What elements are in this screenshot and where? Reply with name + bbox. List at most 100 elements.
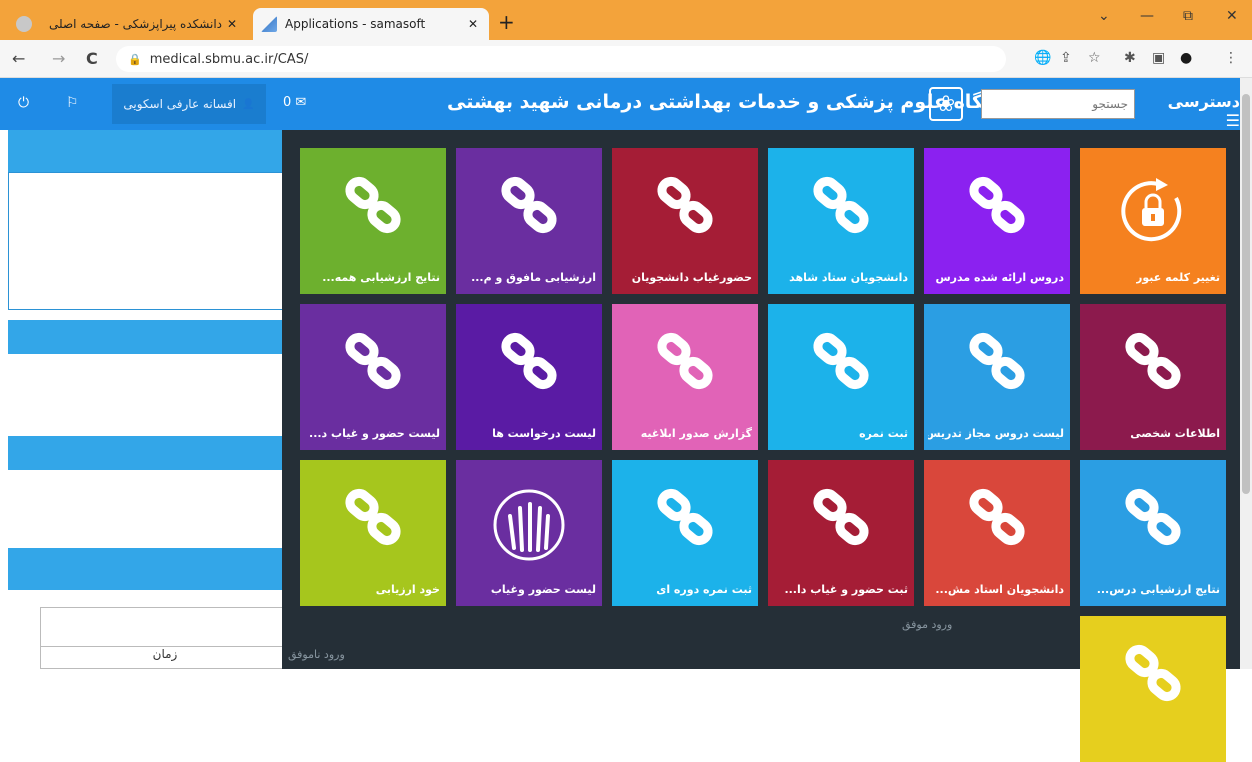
lock-rotate-icon	[1080, 176, 1226, 246]
app-tile[interactable]: دروس ارائه شده مدرس	[924, 148, 1070, 294]
app-tile-label: دانشجویان استاد مش...	[935, 583, 1064, 596]
app-tile-label: لیست حضور و غیاب د...	[309, 427, 440, 440]
translate-icon[interactable]: 🌐	[1034, 50, 1051, 66]
app-tile[interactable]: تغییر کلمه عبور	[1080, 148, 1226, 294]
tab-title: Applications - samasoft	[285, 17, 426, 31]
link-icon	[456, 332, 602, 402]
app-tile-label: دروس ارائه شده مدرس	[935, 271, 1065, 284]
link-icon	[612, 176, 758, 246]
app-tile[interactable]: دانشجویان استاد مش...	[924, 460, 1070, 606]
app-tile[interactable]: نتایج ارزشیابی همه...	[300, 148, 446, 294]
app-tile[interactable]: لیست درخواست ها	[456, 304, 602, 450]
app-tile[interactable]: حضورغیاب دانشجویان	[612, 148, 758, 294]
mail-icon: ✉	[295, 95, 307, 110]
link-icon	[768, 488, 914, 558]
link-icon	[924, 488, 1070, 558]
browser-address-bar: ← → C 🔒 medical.sbmu.ac.ir/CAS/ 🌐 ⇪ ☆ ✱ …	[0, 40, 1252, 78]
extensions-icon[interactable]: ✱	[1124, 50, 1136, 66]
link-icon	[1080, 488, 1226, 558]
browser-menu-icon[interactable]: ⋮	[1224, 50, 1238, 66]
activity-table: زمان	[40, 607, 290, 669]
messages-button[interactable]: 0 ✉	[283, 95, 306, 110]
panel-header-bar	[8, 130, 290, 172]
app-tile[interactable]: اطلاعات شخصی	[1080, 304, 1226, 450]
hands-icon	[456, 488, 602, 561]
app-tile-label: خود ارزیابی	[375, 583, 440, 596]
app-tile-label: لیست حضور وغیاب	[490, 583, 596, 596]
tab-search-icon[interactable]: ⌄	[1098, 8, 1110, 24]
search-input[interactable]	[981, 89, 1135, 119]
back-arrow-icon[interactable]: ←	[12, 49, 25, 68]
new-tab-button[interactable]: +	[498, 10, 515, 34]
app-tile-label: لیست دروس مجاز تدریس	[928, 427, 1064, 440]
restore-button[interactable]: ⧉	[1183, 8, 1193, 24]
scrollbar-thumb[interactable]	[1242, 94, 1250, 494]
university-logo: ❀	[929, 87, 963, 121]
close-tab-icon[interactable]: ✕	[463, 17, 483, 31]
tab-applications-samasoft[interactable]: Applications - samasoft ✕	[253, 8, 489, 40]
user-icon: 👤	[242, 98, 255, 110]
site-favicon-icon	[16, 16, 32, 32]
panel-box	[8, 172, 290, 310]
app-tile-label: حضورغیاب دانشجویان	[631, 271, 752, 284]
app-tile-label: ثبت نمره	[859, 427, 908, 440]
app-tile-label: اطلاعات شخصی	[1130, 427, 1220, 440]
user-name: افسانه عارفی اسکویی	[123, 97, 237, 111]
link-icon	[300, 488, 446, 558]
app-tile-label: تغییر کلمه عبور	[1136, 271, 1220, 284]
page-scrollbar[interactable]	[1240, 78, 1252, 669]
app-tile[interactable]: لیست حضور وغیاب	[456, 460, 602, 606]
app-tile[interactable]: دانشجویان ستاد شاهد	[768, 148, 914, 294]
side-panel-icon[interactable]: ▣	[1152, 50, 1165, 66]
app-tile-label: ارزشیابی مافوق و م...	[471, 271, 596, 284]
tab-paramedical-home[interactable]: دانشکده پیراپزشکی - صفحه اصلی ✕	[8, 8, 248, 40]
app-tile-label: لیست درخواست ها	[492, 427, 596, 440]
panel-header-bar	[8, 548, 290, 590]
access-menu-button[interactable]: دسترسی ☰	[1154, 92, 1240, 130]
link-icon	[612, 332, 758, 402]
minimize-button[interactable]: —	[1140, 8, 1154, 24]
browser-tab-bar: دانشکده پیراپزشکی - صفحه اصلی ✕ Applicat…	[0, 0, 1252, 40]
app-tile[interactable]: خود ارزیابی	[300, 460, 446, 606]
close-window-button[interactable]: ✕	[1226, 8, 1238, 24]
peek-label-failed-login: ورود ناموفق	[288, 648, 345, 661]
link-icon	[768, 332, 914, 402]
power-icon[interactable]: ⏻	[18, 95, 29, 111]
app-tile[interactable]: لیست حضور و غیاب د...	[300, 304, 446, 450]
applications-menu: تغییر کلمه عبور دروس ارائه شده مدرس دانشجو…	[282, 130, 1240, 762]
app-tile-label: دانشجویان ستاد شاهد	[789, 271, 908, 284]
app-tile[interactable]: ثبت نمره دوره ای	[612, 460, 758, 606]
logo-icon: ❀	[936, 91, 956, 117]
share-icon[interactable]: ⇪	[1060, 50, 1072, 66]
bookmark-star-icon[interactable]: ☆	[1088, 50, 1101, 66]
app-tile-label: نتایج ارزشیابی درس...	[1096, 583, 1220, 596]
link-icon	[300, 332, 446, 402]
app-tile[interactable]: لیست دروس مجاز تدریس	[924, 304, 1070, 450]
user-menu[interactable]: افسانه عارفی اسکویی 👤	[112, 84, 266, 124]
link-icon	[300, 176, 446, 246]
panel-header-bar	[8, 320, 290, 354]
lock-icon: 🔒	[128, 52, 142, 66]
url-text: medical.sbmu.ac.ir/CAS/	[149, 51, 309, 67]
forward-arrow-icon[interactable]: →	[52, 49, 65, 68]
peek-label-successful-login: ورود موفق	[902, 618, 953, 631]
app-tile[interactable]: ثبت نمره	[768, 304, 914, 450]
app-tile[interactable]: ثبت حضور و غیاب دا...	[768, 460, 914, 606]
app-tile[interactable]	[1080, 616, 1226, 762]
app-tile[interactable]: ارزشیابی مافوق و م...	[456, 148, 602, 294]
url-input[interactable]: 🔒 medical.sbmu.ac.ir/CAS/	[116, 46, 1006, 72]
link-icon	[456, 176, 602, 246]
app-tile[interactable]: گزارش صدور ابلاغیه	[612, 304, 758, 450]
close-tab-icon[interactable]: ✕	[222, 17, 242, 31]
flag-icon[interactable]: ⚐	[66, 95, 79, 111]
access-label: دسترسی	[1167, 92, 1240, 111]
app-header: ⏻ ⚐ افسانه عارفی اسکویی 👤 0 ✉ دانشگاه عل…	[0, 78, 1240, 130]
profile-avatar-icon[interactable]: ●	[1180, 50, 1192, 66]
reload-icon[interactable]: C	[86, 49, 98, 68]
app-tile-label: ثبت نمره دوره ای	[656, 583, 752, 596]
table-header-time: زمان	[41, 646, 289, 668]
samasoft-favicon-icon	[261, 16, 277, 32]
app-tile[interactable]: نتایج ارزشیابی درس...	[1080, 460, 1226, 606]
app-tile-label: ثبت حضور و غیاب دا...	[784, 583, 908, 596]
link-icon	[1080, 332, 1226, 402]
